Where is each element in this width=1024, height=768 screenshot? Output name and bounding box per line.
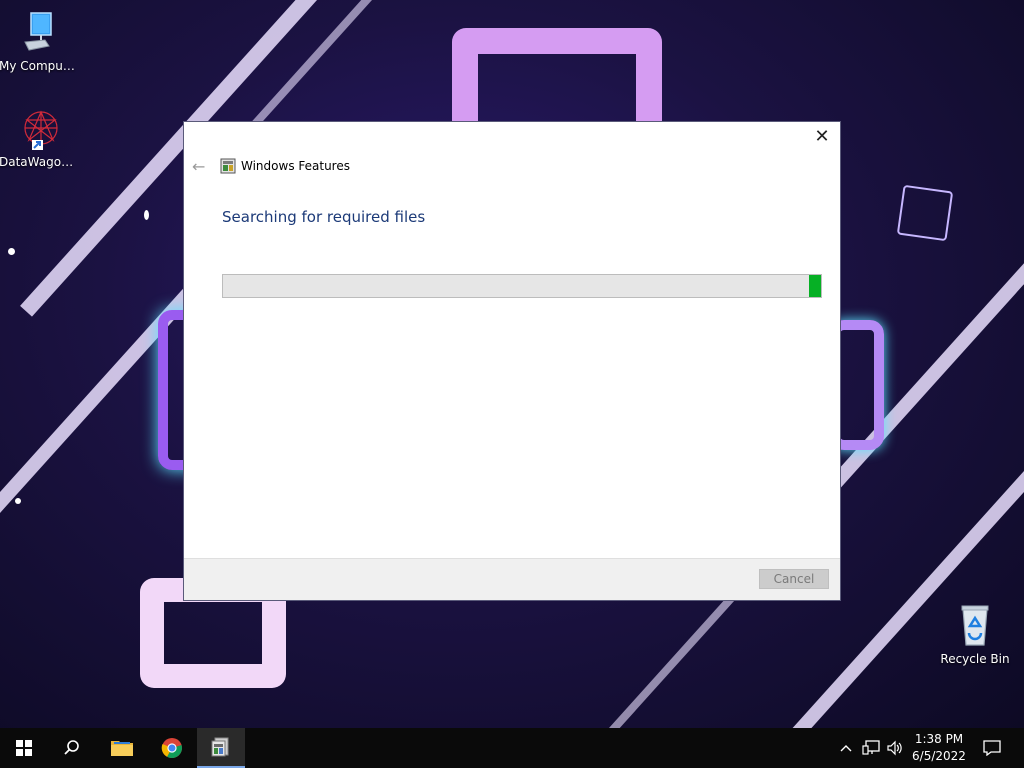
close-icon: ✕	[814, 126, 830, 147]
windows-logo-icon	[16, 740, 32, 756]
dialog-heading: Searching for required files	[222, 208, 426, 226]
wallpaper-dot	[8, 248, 15, 255]
network-icon	[862, 740, 880, 755]
wallpaper-dot	[144, 210, 149, 220]
progress-bar	[222, 274, 822, 298]
desktop-icon-recycle-bin[interactable]: Recycle Bin	[935, 603, 1015, 666]
tray-overflow-button[interactable]	[838, 728, 854, 768]
recycle-bin-icon	[961, 605, 989, 646]
clock[interactable]: 1:38 PM 6/5/2022	[906, 731, 972, 765]
clock-time: 1:38 PM	[914, 732, 964, 746]
wallpaper-square	[896, 184, 954, 242]
chrome-icon	[161, 738, 182, 759]
taskbar-windows-features[interactable]	[197, 728, 245, 768]
close-button[interactable]: ✕	[812, 128, 832, 148]
clock-date: 6/5/2022	[912, 749, 966, 763]
desktop-icon-my-computer[interactable]: My Computer	[0, 10, 79, 73]
back-arrow-icon: ←	[192, 157, 206, 176]
dialog-footer: Cancel	[184, 558, 840, 600]
chevron-up-icon	[840, 745, 852, 752]
search-icon	[64, 740, 79, 755]
wallpaper-dot	[15, 498, 21, 504]
taskbar-file-explorer[interactable]	[98, 728, 146, 768]
cancel-button[interactable]: Cancel	[759, 569, 829, 589]
dialog-title: Windows Features	[241, 159, 350, 173]
desktop-icon-label: DataWagon...	[0, 155, 79, 169]
windows-features-dialog: ✕ ← Windows Features Searching for requi…	[183, 121, 841, 601]
desktop-icon-label: My Computer	[0, 59, 79, 73]
notification-icon	[983, 740, 1001, 756]
taskbar: 1:38 PM 6/5/2022	[0, 728, 1024, 768]
desktop-icon-label: Recycle Bin	[940, 652, 1010, 666]
taskbar-chrome[interactable]	[148, 728, 196, 768]
search-button[interactable]	[48, 728, 96, 768]
progress-indicator	[809, 275, 821, 297]
back-button[interactable]: ←	[192, 157, 205, 176]
computer-icon	[24, 12, 52, 51]
windows-features-icon	[220, 158, 236, 174]
action-center-button[interactable]	[978, 728, 1006, 768]
volume-icon	[887, 740, 902, 756]
start-button[interactable]	[0, 728, 48, 768]
folder-icon	[111, 741, 133, 756]
volume-button[interactable]	[884, 728, 906, 768]
network-button[interactable]	[860, 728, 882, 768]
windows-features-icon	[211, 737, 229, 757]
desktop-icon-datawagon[interactable]: DataWagon...	[0, 106, 79, 169]
datawagon-icon	[24, 110, 58, 150]
